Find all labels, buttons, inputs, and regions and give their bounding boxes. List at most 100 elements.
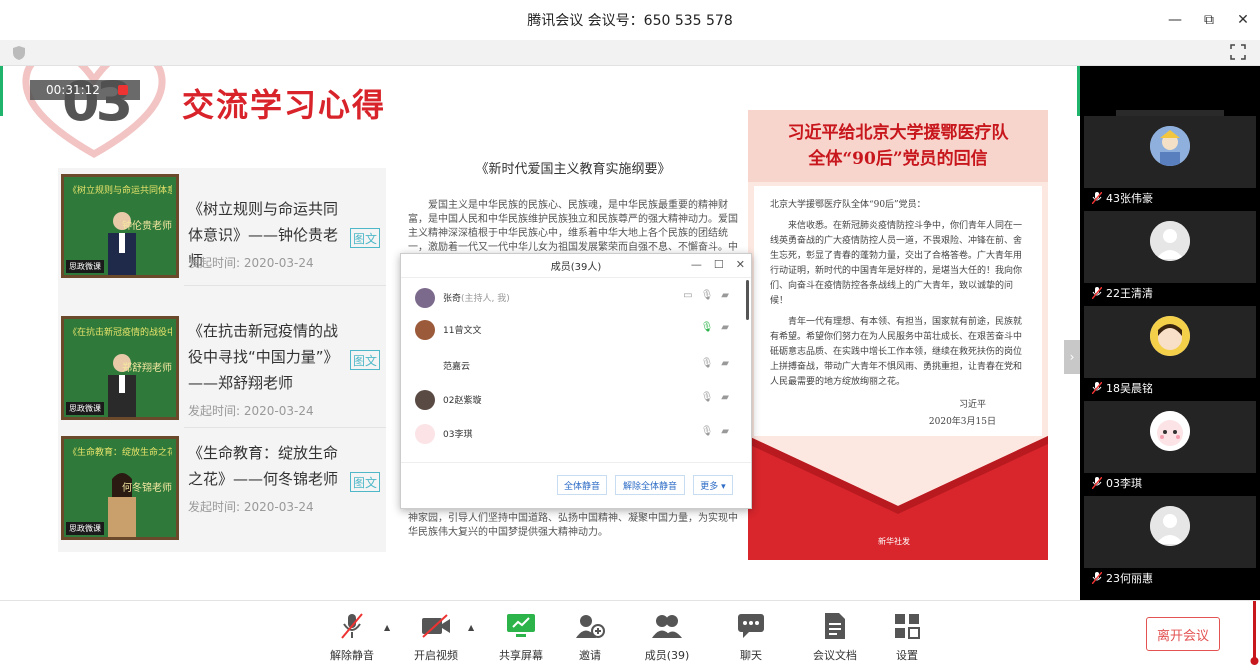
start-video-button[interactable]: 开启视频 bbox=[406, 611, 466, 663]
invite-button[interactable]: 邀请 bbox=[560, 611, 620, 663]
participant-name: 22王清清 bbox=[1106, 287, 1153, 300]
lesson-type-badge: 图文 bbox=[350, 228, 380, 248]
fullscreen-icon[interactable] bbox=[1230, 44, 1246, 60]
member-row[interactable]: 范嘉云 🎙 ▰ bbox=[401, 348, 741, 384]
member-row[interactable]: 张奇(主持人, 我) ▭ 🎙 ▰ bbox=[401, 280, 741, 316]
screen-share-icon bbox=[507, 614, 535, 637]
member-status: 🎙 ▰ bbox=[701, 392, 729, 403]
share-screen-button[interactable]: 共享屏幕 bbox=[491, 611, 551, 663]
members-button[interactable]: 成员(39) bbox=[637, 611, 697, 663]
divider bbox=[184, 427, 386, 428]
camera-off-icon[interactable]: ▰ bbox=[721, 426, 729, 437]
member-name: 03李琪 bbox=[443, 430, 473, 440]
lesson-date: 发起时间: 2020-03-24 bbox=[188, 500, 314, 514]
shield-icon[interactable] bbox=[12, 45, 26, 61]
lesson-title[interactable]: 《在抗击新冠疫情的战役中寻找“中国力量”》——郑舒翔老师 bbox=[188, 318, 348, 396]
lesson-thumbnail: 《树立规则与命运共同体意识》 钟伦贵老师 思政微课 bbox=[61, 174, 179, 278]
participant-tile[interactable]: 23何丽惠 bbox=[1084, 496, 1256, 588]
member-name: 张奇(主持人, 我) bbox=[443, 294, 510, 304]
mic-muted-icon bbox=[1092, 477, 1102, 489]
avatar bbox=[415, 424, 435, 444]
participant-name-bar: 23何丽惠 bbox=[1084, 568, 1256, 588]
member-status: ▭ 🎙 ▰ bbox=[683, 290, 729, 301]
lesson-title[interactable]: 《生命教育：绽放生命之花》——何冬锦老师 bbox=[188, 440, 348, 492]
mic-muted-icon[interactable]: 🎙 bbox=[701, 426, 714, 437]
chat-icon bbox=[738, 614, 764, 638]
participant-name: 43张伟豪 bbox=[1106, 192, 1153, 205]
unmute-all-button[interactable]: 解除全体静音 bbox=[615, 475, 685, 495]
meeting-docs-button[interactable]: 会议文档 bbox=[805, 611, 865, 663]
mic-icon[interactable]: 🎙 bbox=[701, 358, 714, 369]
info-bar bbox=[0, 40, 1260, 66]
participant-panel: ⌃ 43张伟豪 22王清清 18吴晨铭 03李琪 bbox=[1080, 66, 1260, 600]
member-row[interactable]: 11曾文文 🎙 ▰ bbox=[401, 312, 741, 348]
mic-muted-icon bbox=[341, 613, 363, 639]
camera-off-icon[interactable]: ▰ bbox=[721, 358, 729, 369]
close-button[interactable]: ✕ bbox=[1226, 0, 1260, 40]
lesson-thumbnail: 《生命教育：绽放生命之花》 何冬锦老师 思政微课 bbox=[61, 436, 179, 540]
letter-heading: 习近平给北京大学援鄂医疗队 全体“90后”党员的回信 bbox=[748, 110, 1048, 182]
member-status: 🎙 ▰ bbox=[701, 322, 729, 333]
member-name: 02赵紫璇 bbox=[443, 396, 482, 406]
mute-all-button[interactable]: 全体静音 bbox=[557, 475, 607, 495]
camera-off-icon[interactable]: ▰ bbox=[721, 392, 729, 403]
participant-name: 18吴晨铭 bbox=[1106, 382, 1153, 395]
camera-off-icon[interactable]: ▰ bbox=[721, 322, 729, 333]
participant-name-bar: 22王清清 bbox=[1084, 283, 1256, 303]
letter-date: 2020年3月15日 bbox=[928, 417, 996, 427]
mic-active-icon[interactable]: 🎙 bbox=[701, 322, 714, 333]
letter-title-line1: 习近平给北京大学援鄂医疗队 bbox=[787, 123, 1009, 143]
more-button[interactable]: 更多 ▾ bbox=[693, 475, 733, 495]
chevron-up-icon[interactable]: ▲ bbox=[468, 623, 474, 632]
avatar bbox=[1150, 411, 1190, 451]
leave-meeting-button[interactable]: 离开会议 bbox=[1146, 617, 1220, 651]
chat-label: 聊天 bbox=[740, 649, 762, 662]
xinhua-logo: 新华社发 bbox=[878, 537, 910, 546]
scrollbar[interactable] bbox=[746, 280, 749, 320]
camera-off-icon[interactable]: ▰ bbox=[721, 290, 729, 301]
chalk-title: 《生命教育：绽放生命之花》 bbox=[68, 448, 172, 458]
invite-user-icon bbox=[576, 615, 605, 638]
member-row[interactable]: 02赵紫璇 🎙 ▰ bbox=[401, 382, 741, 418]
avatar bbox=[415, 288, 435, 308]
members-label: 成员(39) bbox=[644, 649, 690, 662]
minimize-button[interactable]: — bbox=[691, 258, 702, 271]
participant-tile[interactable]: 22王清清 bbox=[1084, 211, 1256, 303]
letter-title-line2: 全体“90后”党员的回信 bbox=[808, 149, 988, 169]
member-row[interactable]: 03李琪 🎙 ▰ bbox=[401, 416, 741, 452]
members-footer: 全体静音 解除全体静音 更多 ▾ bbox=[401, 462, 751, 508]
mic-muted-icon[interactable]: 🎙 bbox=[701, 392, 714, 403]
avatar-image bbox=[1150, 411, 1190, 451]
avatar bbox=[1150, 221, 1190, 261]
participant-tile[interactable]: 03李琪 bbox=[1084, 401, 1256, 493]
teacher-name-chalk: 何冬锦老师 bbox=[122, 483, 172, 494]
green-accent bbox=[0, 66, 3, 116]
participant-tile[interactable]: 43张伟豪 bbox=[1084, 116, 1256, 208]
lesson-card[interactable]: 《生命教育：绽放生命之花》 何冬锦老师 思政微课 《生命教育：绽放生命之花》——… bbox=[58, 430, 386, 548]
letter-paragraph: 来信收悉。在新冠肺炎疫情防控斗争中，你们青年人同在一线英勇奋战的广大疫情防控人员… bbox=[770, 221, 1023, 306]
lesson-card[interactable]: 《树立规则与命运共同体意识》 钟伦贵老师 思政微课 《树立规则与命运共同体意识》… bbox=[58, 168, 386, 286]
chevron-up-icon[interactable]: ▲ bbox=[384, 623, 390, 632]
restore-button[interactable]: ⧉ bbox=[1192, 0, 1226, 40]
chat-button[interactable]: 聊天 bbox=[721, 611, 781, 663]
lesson-thumbnail: 《在抗击新冠疫情的战役中寻找“中国力量”》 郑舒翔老师 思政微课 bbox=[61, 316, 179, 420]
maximize-button[interactable]: ☐ bbox=[714, 258, 724, 271]
lesson-type-badge: 图文 bbox=[350, 350, 380, 370]
members-window: 成员(39人) — ☐ ✕ 张奇(主持人, 我) ▭ 🎙 ▰ 11曾文文 🎙 ▰… bbox=[400, 253, 752, 509]
settings-button[interactable]: 设置 bbox=[877, 611, 937, 663]
close-button[interactable]: ✕ bbox=[736, 258, 745, 271]
course-tag: 思政微课 bbox=[66, 522, 104, 535]
member-status: 🎙 ▰ bbox=[701, 358, 729, 369]
mic-icon[interactable]: 🎙 bbox=[701, 290, 714, 301]
participant-tile[interactable]: 18吴晨铭 bbox=[1084, 306, 1256, 398]
teacher-name-chalk: 郑舒翔老师 bbox=[122, 363, 172, 374]
avatar bbox=[415, 390, 435, 410]
envelope: 新华社发 bbox=[748, 436, 1048, 560]
chevron-right-icon[interactable]: › bbox=[1064, 340, 1080, 374]
participant-name: 03李琪 bbox=[1106, 477, 1142, 490]
lesson-card[interactable]: 《在抗击新冠疫情的战役中寻找“中国力量”》 郑舒翔老师 思政微课 《在抗击新冠疫… bbox=[58, 310, 386, 428]
recording-timer[interactable]: 00:31:12 bbox=[30, 80, 140, 100]
meeting-toolbar: 解除静音 ▲ 开启视频 ▲ 共享屏幕 邀请 成员(39) 聊天 会议文档 设置 … bbox=[0, 600, 1260, 668]
unmute-button[interactable]: 解除静音 bbox=[322, 611, 382, 663]
minimize-button[interactable]: — bbox=[1158, 0, 1192, 40]
